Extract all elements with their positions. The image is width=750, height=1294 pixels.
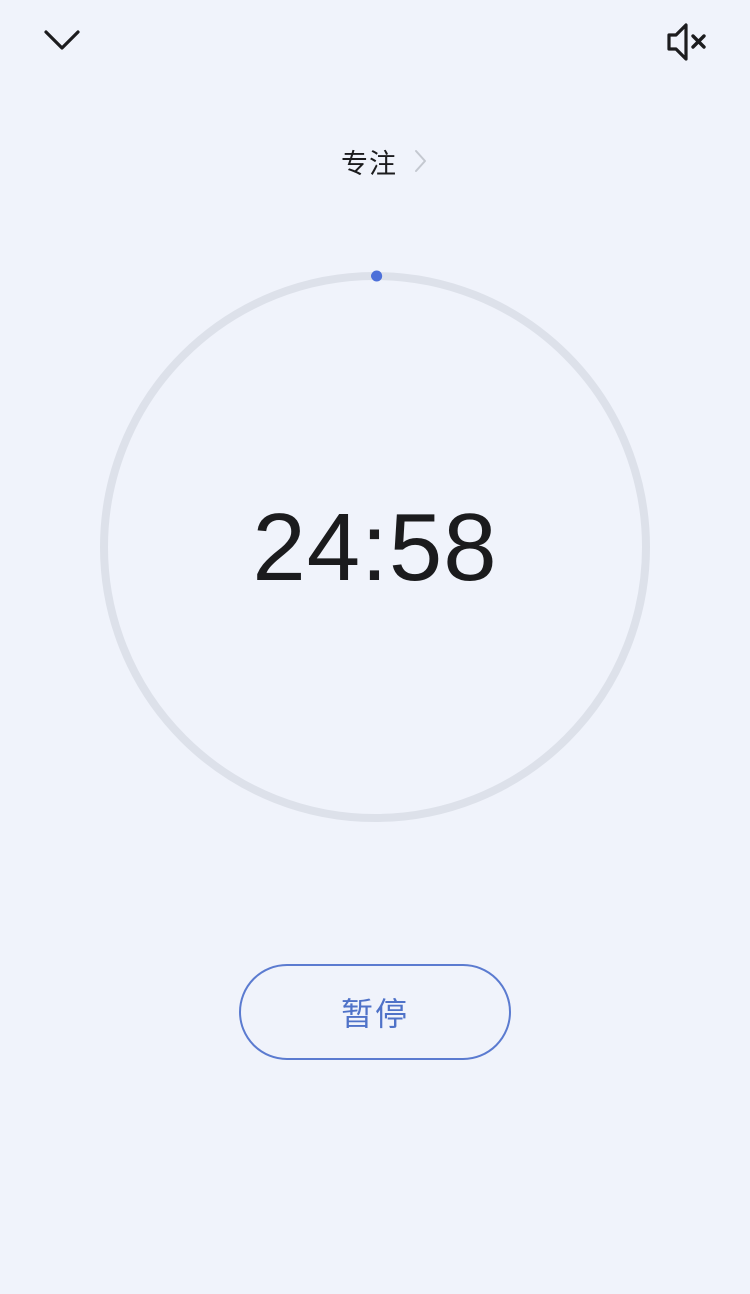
speaker-muted-icon — [667, 23, 706, 61]
mode-selector[interactable]: 专注 — [0, 140, 750, 182]
progress-indicator — [371, 270, 383, 282]
mute-button[interactable] — [660, 16, 716, 68]
chevron-right-icon — [413, 149, 427, 173]
pause-button[interactable]: 暂停 — [239, 964, 511, 1060]
timer-display: 24:58 — [252, 494, 498, 601]
collapse-button[interactable] — [36, 16, 88, 64]
chevron-down-icon — [44, 30, 80, 50]
mode-label: 专注 — [341, 148, 397, 180]
